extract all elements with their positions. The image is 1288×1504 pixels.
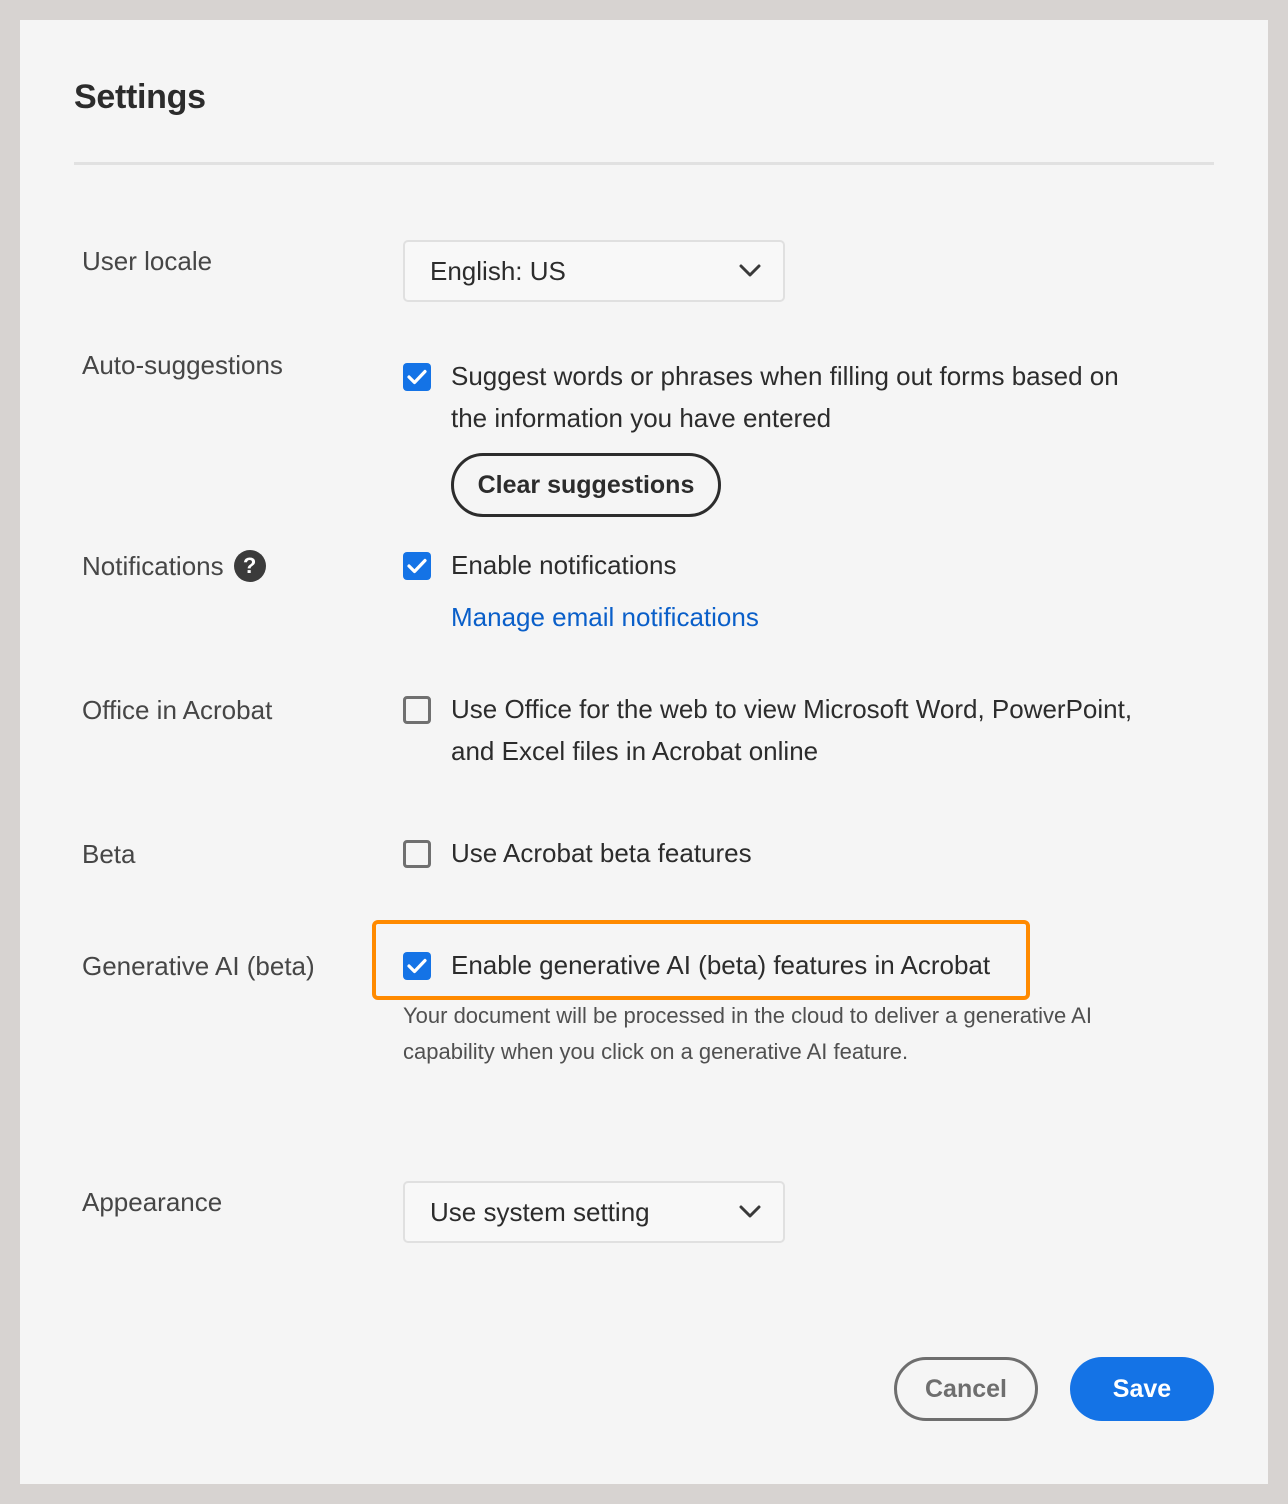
user-locale-label: User locale bbox=[82, 246, 213, 276]
generative-ai-description: Your document will be processed in the c… bbox=[403, 998, 1123, 1070]
office-checkbox[interactable] bbox=[403, 696, 431, 724]
notifications-checkbox[interactable] bbox=[403, 552, 431, 580]
appearance-label: Appearance bbox=[82, 1187, 223, 1217]
office-option: Use Office for the web to view Microsoft… bbox=[403, 694, 1132, 772]
help-icon[interactable]: ? bbox=[233, 550, 266, 582]
generative-ai-desc-line1: Your document will be processed in the c… bbox=[403, 1003, 1092, 1028]
user-locale-value: English: US bbox=[430, 255, 566, 286]
checkmark-icon bbox=[407, 558, 427, 574]
save-button[interactable]: Save bbox=[1070, 1357, 1214, 1421]
beta-option: Use Acrobat beta features bbox=[403, 838, 752, 874]
beta-checkbox[interactable] bbox=[403, 840, 431, 868]
checkmark-icon bbox=[407, 958, 427, 974]
notifications-option: Enable notifications bbox=[403, 550, 676, 586]
generative-ai-text: Enable generative AI (beta) features in … bbox=[451, 950, 991, 980]
office-text: Use Office for the web to view Microsoft… bbox=[451, 688, 1132, 772]
notifications-label: Notifications ? bbox=[82, 550, 266, 582]
office-text-line2: and Excel files in Acrobat online bbox=[451, 736, 819, 766]
title-divider bbox=[74, 162, 1214, 165]
generative-ai-desc-line2: capability when you click on a generativ… bbox=[403, 1039, 909, 1064]
chevron-down-icon bbox=[739, 264, 761, 278]
settings-dialog: Settings User locale English: US Auto-su… bbox=[20, 20, 1268, 1484]
checkmark-icon bbox=[407, 369, 427, 385]
appearance-select[interactable]: Use system setting bbox=[403, 1181, 785, 1243]
auto-suggestions-label: Auto-suggestions bbox=[82, 350, 283, 380]
auto-suggestions-text-line1: Suggest words or phrases when filling ou… bbox=[451, 361, 1119, 391]
cancel-button[interactable]: Cancel bbox=[894, 1357, 1038, 1421]
beta-text: Use Acrobat beta features bbox=[451, 838, 752, 868]
dialog-title: Settings bbox=[74, 78, 206, 116]
manage-email-notifications-link[interactable]: Manage email notifications bbox=[451, 602, 759, 633]
notifications-label-text: Notifications bbox=[82, 550, 224, 581]
user-locale-select[interactable]: English: US bbox=[403, 240, 785, 302]
generative-ai-checkbox[interactable] bbox=[403, 952, 431, 980]
generative-ai-option: Enable generative AI (beta) features in … bbox=[403, 950, 990, 986]
chevron-down-icon bbox=[739, 1205, 761, 1219]
beta-label: Beta bbox=[82, 839, 136, 869]
clear-suggestions-button[interactable]: Clear suggestions bbox=[451, 453, 721, 517]
notifications-text: Enable notifications bbox=[451, 550, 677, 580]
auto-suggestions-text-line2: the information you have entered bbox=[451, 403, 832, 433]
appearance-value: Use system setting bbox=[430, 1196, 650, 1227]
office-text-line1: Use Office for the web to view Microsoft… bbox=[451, 694, 1133, 724]
office-label: Office in Acrobat bbox=[82, 695, 273, 725]
auto-suggestions-option: Suggest words or phrases when filling ou… bbox=[403, 361, 1119, 439]
auto-suggestions-checkbox[interactable] bbox=[403, 363, 431, 391]
auto-suggestions-text: Suggest words or phrases when filling ou… bbox=[451, 355, 1119, 439]
generative-ai-label: Generative AI (beta) bbox=[82, 951, 315, 981]
